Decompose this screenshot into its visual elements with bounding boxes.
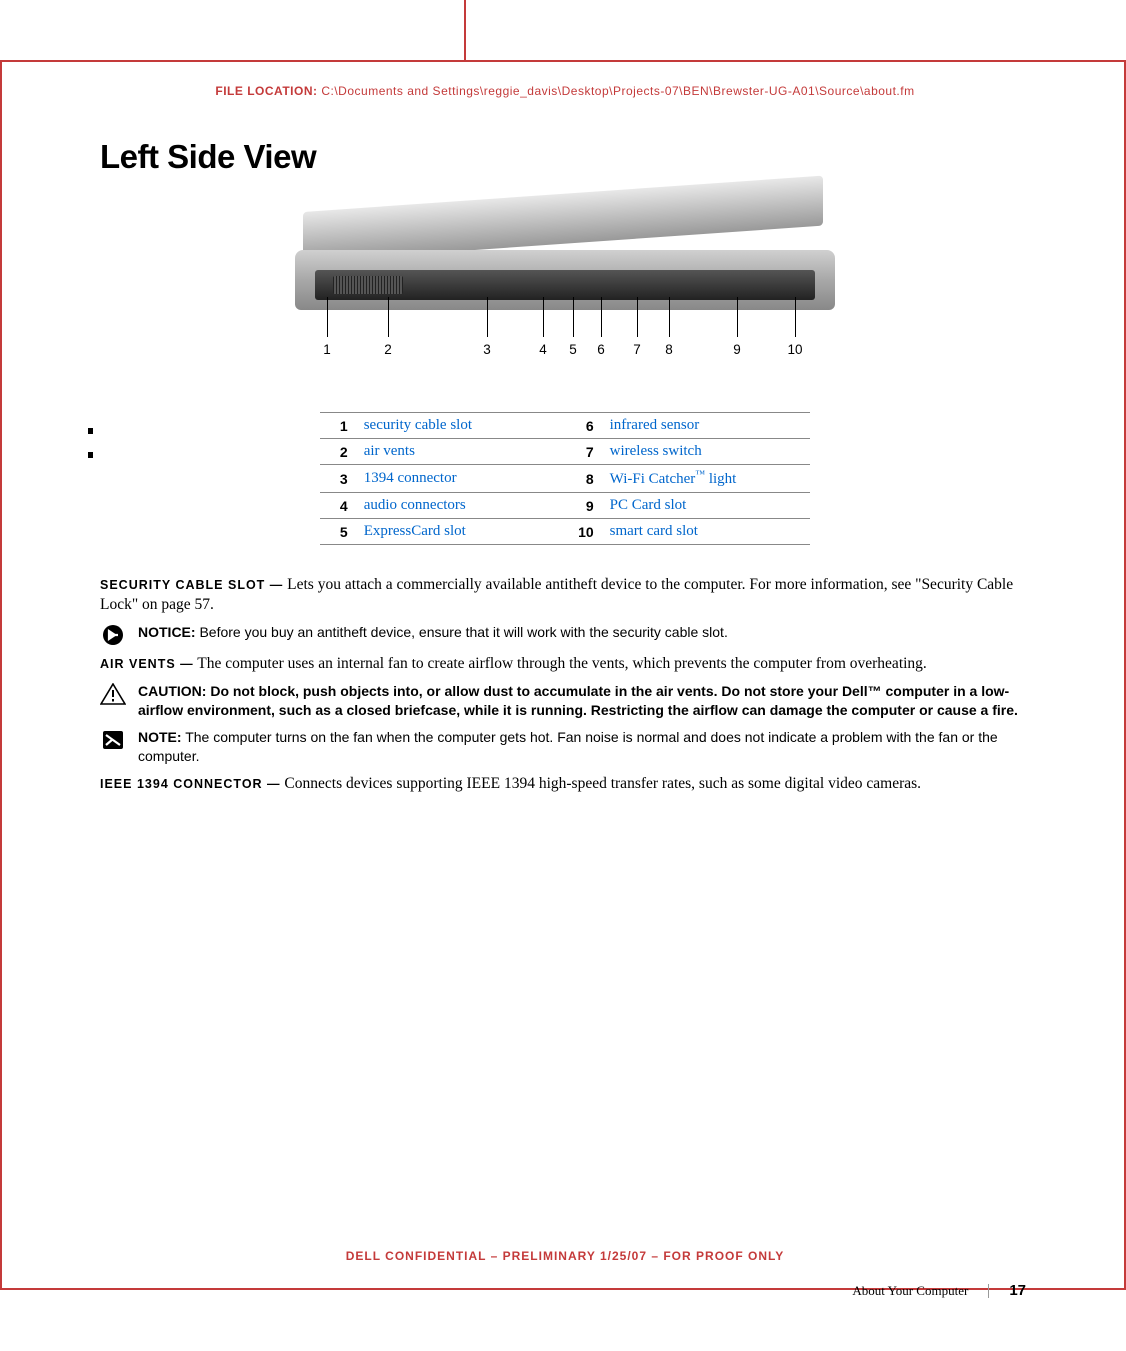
section-name: About Your Computer: [852, 1283, 968, 1299]
security-slot-label: SECURITY CABLE SLOT —: [100, 578, 283, 592]
table-row: 1security cable slot6infrared sensor: [320, 413, 810, 439]
confidential-notice: DELL CONFIDENTIAL – PRELIMINARY 1/25/07 …: [100, 1249, 1030, 1263]
part-number: 5: [320, 519, 356, 545]
callout-line: [388, 297, 389, 337]
callout-number: 3: [483, 342, 491, 357]
table-row: 2air vents7wireless switch: [320, 439, 810, 465]
crop-mark-vertical: [464, 0, 466, 60]
air-vents-label: AIR VENTS —: [100, 657, 194, 671]
note-label: NOTE:: [138, 729, 182, 745]
table-row: 5ExpressCard slot10smart card slot: [320, 519, 810, 545]
note-text: The computer turns on the fan when the c…: [138, 729, 998, 764]
ieee1394-label: IEEE 1394 CONNECTOR —: [100, 777, 281, 791]
page-footer-right: About Your Computer 17: [852, 1282, 1026, 1299]
laptop-vent-grille: [333, 276, 403, 294]
part-number: 1: [320, 413, 356, 439]
callout-number: 1: [323, 342, 331, 357]
callout-line: [737, 297, 738, 337]
page-number: 17: [1009, 1282, 1026, 1299]
callout-number: 5: [569, 342, 577, 357]
caution-label: CAUTION:: [138, 683, 206, 699]
footer-divider: [988, 1284, 989, 1298]
part-link[interactable]: ExpressCard slot: [356, 519, 564, 545]
file-location-header: FILE LOCATION: C:\Documents and Settings…: [100, 84, 1030, 98]
air-vents-description: AIR VENTS — The computer uses an interna…: [100, 654, 1030, 674]
callout-line: [327, 297, 328, 337]
note-admonition: NOTE: The computer turns on the fan when…: [100, 728, 1030, 766]
note-icon: [100, 729, 126, 751]
callout-line: [543, 297, 544, 337]
callout-number: 7: [633, 342, 641, 357]
part-link[interactable]: smart card slot: [602, 519, 810, 545]
part-number: 8: [564, 465, 602, 493]
ieee1394-description: IEEE 1394 CONNECTOR — Connects devices s…: [100, 774, 1030, 794]
callout-line: [601, 297, 602, 337]
table-row: 4audio connectors9PC Card slot: [320, 493, 810, 519]
part-link[interactable]: wireless switch: [602, 439, 810, 465]
change-bar: [88, 452, 93, 458]
notice-admonition: NOTICE: Before you buy an antitheft devi…: [100, 623, 1030, 646]
part-link[interactable]: security cable slot: [356, 413, 564, 439]
caution-text-block: CAUTION: Do not block, push objects into…: [138, 682, 1030, 720]
callout-number: 6: [597, 342, 605, 357]
file-location-label: FILE LOCATION:: [215, 84, 317, 98]
callout-line: [487, 297, 488, 337]
part-link[interactable]: Wi-Fi Catcher™ light: [602, 465, 810, 493]
page-title: Left Side View: [100, 138, 1030, 176]
callout-line: [637, 297, 638, 337]
part-link[interactable]: 1394 connector: [356, 465, 564, 493]
parts-reference-table: 1security cable slot6infrared sensor2air…: [320, 412, 810, 545]
caution-icon: [100, 683, 126, 705]
part-number: 6: [564, 413, 602, 439]
page-footer: DELL CONFIDENTIAL – PRELIMINARY 1/25/07 …: [100, 1249, 1030, 1275]
part-link[interactable]: infrared sensor: [602, 413, 810, 439]
ieee1394-text: Connects devices supporting IEEE 1394 hi…: [284, 775, 921, 792]
part-number: 4: [320, 493, 356, 519]
callout-number: 2: [384, 342, 392, 357]
caution-admonition: CAUTION: Do not block, push objects into…: [100, 682, 1030, 720]
notice-label: NOTICE:: [138, 624, 196, 640]
callout-line: [573, 297, 574, 337]
notice-icon: [100, 624, 126, 646]
note-text-block: NOTE: The computer turns on the fan when…: [138, 728, 1030, 766]
part-number: 10: [564, 519, 602, 545]
callout-number: 8: [665, 342, 673, 357]
notice-text-block: NOTICE: Before you buy an antitheft devi…: [138, 623, 728, 642]
part-link[interactable]: audio connectors: [356, 493, 564, 519]
figure-callouts: 1 2 3 4 5 6 7 8 9 10: [295, 302, 835, 358]
file-location-path: C:\Documents and Settings\reggie_davis\D…: [321, 84, 914, 98]
security-slot-description: SECURITY CABLE SLOT — Lets you attach a …: [100, 575, 1030, 615]
product-figure: 1 2 3 4 5 6 7 8 9 10: [295, 212, 835, 372]
part-link[interactable]: air vents: [356, 439, 564, 465]
callout-number: 10: [787, 342, 802, 357]
part-number: 3: [320, 465, 356, 493]
callout-number: 4: [539, 342, 547, 357]
change-bar: [88, 428, 93, 434]
part-link[interactable]: PC Card slot: [602, 493, 810, 519]
part-number: 7: [564, 439, 602, 465]
caution-text: Do not block, push objects into, or allo…: [138, 683, 1018, 718]
table-row: 31394 connector8Wi-Fi Catcher™ light: [320, 465, 810, 493]
callout-line: [669, 297, 670, 337]
notice-text: Before you buy an antitheft device, ensu…: [199, 624, 727, 640]
part-number: 9: [564, 493, 602, 519]
callout-number: 9: [733, 342, 741, 357]
air-vents-text: The computer uses an internal fan to cre…: [197, 655, 927, 672]
callout-line: [795, 297, 796, 337]
part-number: 2: [320, 439, 356, 465]
